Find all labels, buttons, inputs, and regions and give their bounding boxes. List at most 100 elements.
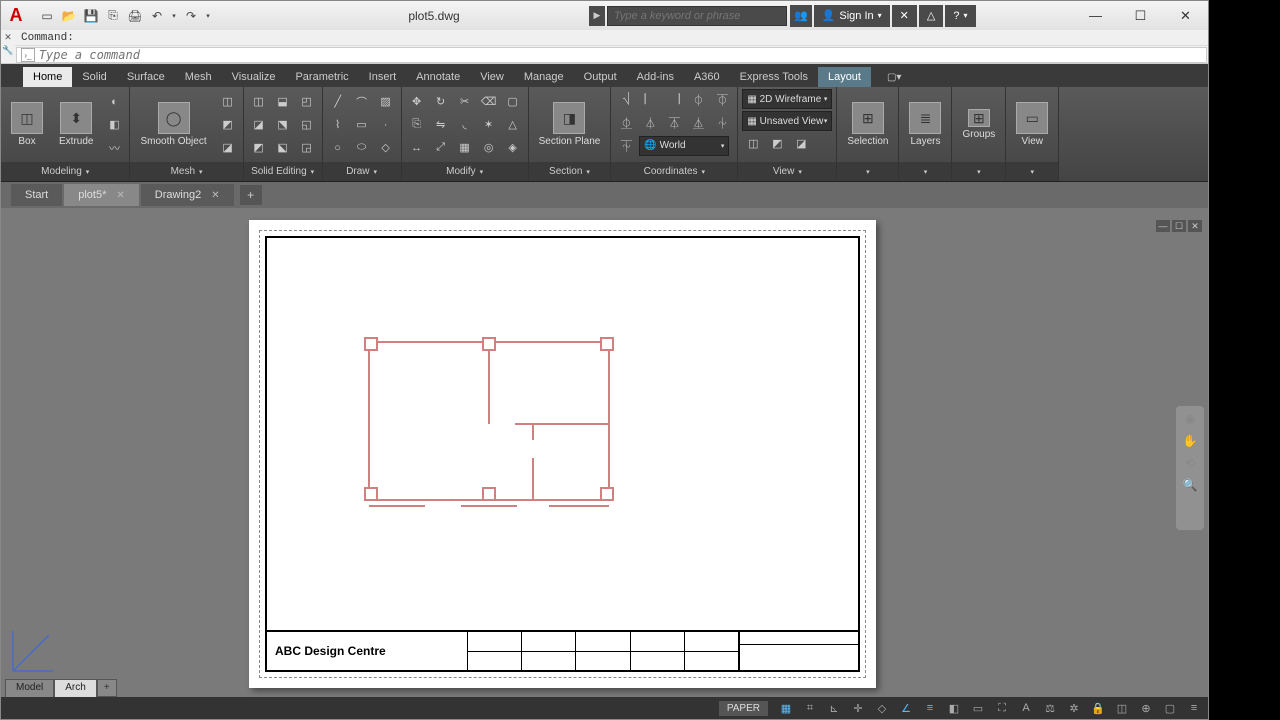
tab-annotate[interactable]: Annotate (406, 67, 470, 87)
layout-tab-add-button[interactable]: + (97, 679, 117, 697)
ucs2[interactable]: ⎸ (639, 89, 661, 110)
panel-title-draw[interactable]: Draw▾ (323, 162, 401, 181)
rotate-icon[interactable]: ↻ (430, 91, 452, 112)
ucs8[interactable]: ⏄ (663, 112, 685, 133)
mesh-btn2[interactable]: ◩ (217, 114, 239, 135)
redo-drop-icon[interactable]: ▾ (203, 6, 213, 26)
copy-icon[interactable]: ⎘ (406, 114, 428, 135)
panel-title-selection[interactable]: ▾ (837, 162, 898, 181)
status-transparency-icon[interactable]: ◧ (944, 699, 964, 717)
status-hw-icon[interactable]: ⊕ (1136, 699, 1156, 717)
tab-manage[interactable]: Manage (514, 67, 574, 87)
ucs1[interactable]: ⎷ (615, 89, 637, 110)
help-search[interactable] (607, 6, 787, 26)
help-search-input[interactable] (608, 10, 786, 22)
sweep-icon[interactable]: 〰 (103, 137, 125, 158)
status-sc-icon[interactable]: ⛶ (992, 699, 1012, 717)
mesh-btn1[interactable]: ◫ (217, 91, 239, 112)
status-space-toggle[interactable]: PAPER (719, 701, 768, 716)
line-icon[interactable]: ╱ (327, 91, 349, 112)
fillet-icon[interactable]: ◟ (454, 114, 476, 135)
ucs9[interactable]: ⏅ (687, 112, 709, 133)
revolve-icon[interactable]: ◐ (103, 91, 125, 112)
nav-pan-icon[interactable]: ✋ (1183, 434, 1198, 448)
status-ws-icon[interactable]: ✲ (1064, 699, 1084, 717)
panel-title-layers[interactable]: ▾ (899, 162, 951, 181)
status-qp-icon[interactable]: ▭ (968, 699, 988, 717)
panel-title-solid-editing[interactable]: Solid Editing▾ (244, 162, 322, 181)
command-input[interactable] (39, 48, 1202, 62)
region-icon[interactable]: ◇ (375, 137, 397, 158)
panel-title-modify[interactable]: Modify▾ (402, 162, 528, 181)
redo-icon[interactable]: ↷ (181, 6, 201, 26)
tab-mesh[interactable]: Mesh (175, 67, 222, 87)
panel-title-coordinates[interactable]: Coordinates▾ (611, 162, 737, 181)
status-grid-icon[interactable]: ▦ (776, 699, 796, 717)
doc-maximize-icon[interactable]: ☐ (1172, 220, 1186, 232)
close-icon[interactable]: ✕ (116, 190, 124, 201)
layout-tab-arch[interactable]: Arch (54, 679, 97, 697)
undo-icon[interactable]: ↶ (147, 6, 167, 26)
groups-button[interactable]: ⊞Groups (956, 107, 1001, 142)
explode-icon[interactable]: ✶ (478, 114, 500, 135)
ucs11[interactable]: ⏇ (615, 135, 637, 156)
mod-b[interactable]: △ (502, 114, 524, 135)
ucs6[interactable]: ⏂ (615, 112, 637, 133)
drawing-area[interactable]: — ☐ ✕ (1, 208, 1208, 697)
se9[interactable]: ◲ (296, 137, 318, 158)
tab-express[interactable]: Express Tools (730, 67, 818, 87)
new-icon[interactable]: ▭ (37, 6, 57, 26)
doc-close-icon[interactable]: ✕ (1188, 220, 1202, 232)
status-lwt-icon[interactable]: ≡ (920, 699, 940, 717)
close-button[interactable]: ✕ (1163, 1, 1208, 30)
offset-icon[interactable]: ◎ (478, 137, 500, 158)
ucs10[interactable]: ⏆ (711, 112, 733, 133)
status-iso-icon[interactable]: ◫ (1112, 699, 1132, 717)
array-icon[interactable]: ▦ (454, 137, 476, 158)
hatch-icon[interactable]: ▨ (375, 91, 397, 112)
panel-title-modeling[interactable]: Modeling▾ (1, 162, 129, 181)
pline-icon[interactable]: ⌇ (327, 114, 349, 135)
se8[interactable]: ◱ (296, 114, 318, 135)
ellipse-icon[interactable]: ⬭ (351, 137, 373, 158)
mod-a[interactable]: ▢ (502, 91, 524, 112)
exchange-icon[interactable]: ✕ (892, 5, 917, 27)
point-icon[interactable]: · (375, 114, 397, 135)
status-osnap-icon[interactable]: ◇ (872, 699, 892, 717)
nav-zoom-icon[interactable]: 🔍 (1183, 478, 1198, 492)
rect-icon[interactable]: ▭ (351, 114, 373, 135)
scale-icon[interactable]: ⤢ (430, 137, 452, 158)
signin-button[interactable]: 👤 Sign In ▾ (814, 5, 890, 27)
status-clean-icon[interactable]: ▢ (1160, 699, 1180, 717)
ribbon-extras[interactable]: ▢▾ (879, 68, 909, 87)
command-input-row[interactable]: ›_ (16, 47, 1207, 63)
se5[interactable]: ⬔ (272, 114, 294, 135)
se6[interactable]: ⬕ (272, 137, 294, 158)
layers-button[interactable]: ≣Layers (903, 100, 947, 149)
undo-drop-icon[interactable]: ▾ (169, 6, 179, 26)
file-tab-plot5[interactable]: plot5*✕ (64, 184, 139, 206)
se7[interactable]: ◰ (296, 91, 318, 112)
save-icon[interactable]: 💾 (81, 6, 101, 26)
view-button[interactable]: ▭View (1010, 100, 1054, 149)
stretch-icon[interactable]: ↔ (406, 137, 428, 158)
layout-tab-model[interactable]: Model (5, 679, 54, 697)
panel-title-section[interactable]: Section▾ (529, 162, 611, 181)
erase-icon[interactable]: ⌫ (478, 91, 500, 112)
tab-view[interactable]: View (470, 67, 514, 87)
doc-minimize-icon[interactable]: — (1156, 220, 1170, 232)
tab-layout[interactable]: Layout (818, 67, 871, 87)
tab-a360[interactable]: A360 (684, 67, 730, 87)
panel-title-mesh[interactable]: Mesh▾ (130, 162, 242, 181)
vp2[interactable]: ◩ (766, 133, 788, 154)
selection-button[interactable]: ⊞Selection (841, 100, 894, 149)
status-snap-icon[interactable]: ⌗ (800, 699, 820, 717)
app-store-icon[interactable]: △ (919, 5, 943, 27)
circle-icon[interactable]: ○ (327, 137, 349, 158)
move-icon[interactable]: ✥ (406, 91, 428, 112)
help-icon[interactable]: ? ▾ (945, 5, 975, 27)
vp1[interactable]: ◫ (742, 133, 764, 154)
status-otrack-icon[interactable]: ∠ (896, 699, 916, 717)
se1[interactable]: ◫ (248, 91, 270, 112)
mesh-btn3[interactable]: ◪ (217, 137, 239, 158)
